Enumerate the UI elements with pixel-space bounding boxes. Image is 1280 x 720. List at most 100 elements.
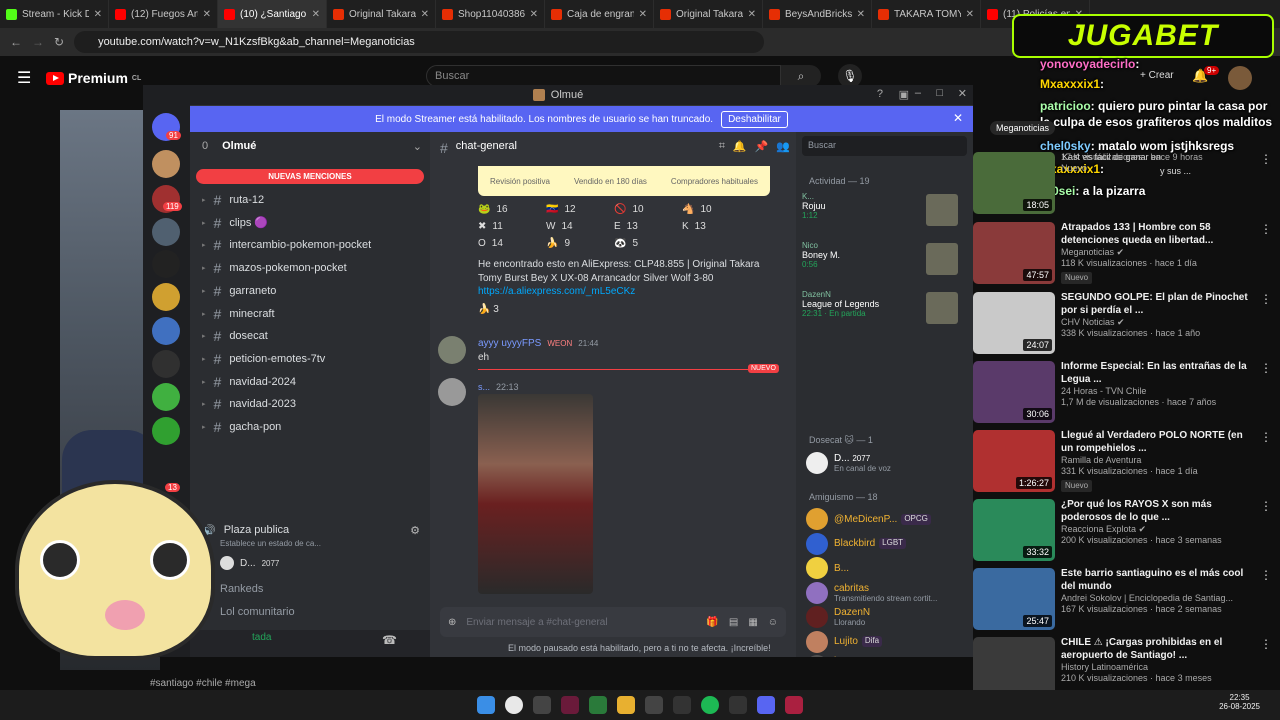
browser-tab[interactable]: Caja de engranaje ✕ [545, 0, 654, 28]
video-hashtags[interactable]: #santiago #chile #mega [150, 678, 350, 689]
spotify-icon[interactable] [701, 696, 719, 714]
member-row[interactable]: @MeDicenP... OPCG [806, 506, 966, 532]
threads-icon[interactable]: ⌗ [719, 140, 725, 156]
help-icon[interactable]: ? [877, 88, 883, 100]
activity-card[interactable]: Nico Boney M. 0:56 [802, 241, 962, 285]
close-icon[interactable]: ✕ [958, 87, 967, 100]
video-title[interactable]: Este barrio santiaguino es el más cool d… [1061, 568, 1254, 593]
avatar[interactable] [438, 336, 466, 364]
close-banner-icon[interactable]: ✕ [953, 111, 963, 125]
browser-tab[interactable]: Shop1104038626 ✕ [436, 0, 545, 28]
channel-item[interactable]: ▸ # clips 🟣 [190, 212, 430, 234]
more-options-icon[interactable]: ⋮ [1260, 499, 1272, 567]
video-thumbnail[interactable]: 1:26:27 [973, 430, 1055, 492]
more-options-icon[interactable]: ⋮ [1260, 292, 1272, 360]
video-thumbnail[interactable]: 18:05 [973, 152, 1055, 214]
server-icon-6[interactable] [152, 317, 180, 345]
reaction-chip[interactable]: 🇻🇪 12 [546, 204, 602, 215]
video-thumbnail[interactable]: 33:32 [973, 499, 1055, 561]
recommended-video[interactable]: 1:26:27 Llegué al Verdadero POLO NORTE (e… [973, 430, 1280, 498]
reaction-chip[interactable]: ✖ 11 [478, 221, 534, 232]
channel-item[interactable]: ▸ # dosecat [190, 325, 430, 347]
recommended-video[interactable]: 33:32 ¿Por qué los RAYOS X son más podero… [973, 499, 1280, 567]
channel-item[interactable]: ▸ # navidad-2023 [190, 393, 430, 415]
activity-card[interactable]: DazenN League of Legends 22:31 · En partid… [802, 290, 962, 334]
discord-search-input[interactable]: Buscar [802, 136, 967, 156]
back-icon[interactable]: ← [10, 35, 22, 49]
recommended-video[interactable]: 47:57 Atrapados 133 | Hombre con 58 deten… [973, 222, 1280, 290]
sticker-icon[interactable]: ▦ [748, 617, 757, 628]
channel-chip[interactable]: Meganoticias [990, 121, 1056, 135]
member-row[interactable]: Blackbird LGBT [806, 531, 966, 557]
video-channel[interactable]: Ramilla de Aventura [1061, 455, 1254, 466]
tab-close-icon[interactable]: ✕ [94, 9, 102, 20]
voice-settings-icon[interactable]: ⚙ [410, 524, 420, 537]
video-thumbnail[interactable]: 30:06 [973, 361, 1055, 423]
server-icon-7[interactable] [152, 350, 180, 378]
tab-close-icon[interactable]: ✕ [421, 9, 429, 20]
channel-lol[interactable]: Lol comunitario [190, 601, 430, 623]
video-channel[interactable]: Reacciona Explota ✔ [1061, 524, 1254, 535]
windows-start-icon[interactable] [477, 696, 495, 714]
voice-channel-plaza[interactable]: 🔊 Plaza publica ⚙ [190, 519, 430, 541]
emoji-icon[interactable]: ☺ [768, 617, 778, 628]
activity-card[interactable]: K... Rojuu 1:12 [802, 192, 962, 236]
app-icon[interactable] [561, 696, 579, 714]
server-icon-4[interactable] [152, 250, 180, 278]
chrome-icon[interactable] [505, 696, 523, 714]
url-field[interactable]: youtube.com/watch?v=w_N1KzsfBkg&ab_chann… [74, 31, 765, 53]
recommended-video[interactable]: 24:07 SEGUNDO GOLPE: El plan de Pinochet … [973, 292, 1280, 360]
youtube-search-input[interactable]: Buscar [426, 65, 781, 87]
voice-user[interactable]: D... 2077 [220, 556, 279, 570]
reaction-chip[interactable]: 🚫 10 [614, 204, 670, 215]
message-input[interactable]: ⊕ Enviar mensaje a #chat-general 🎁 ▤ ▦ ☺ [440, 607, 786, 637]
video-title[interactable]: Atrapados 133 | Hombre con 58 detencione… [1061, 222, 1254, 247]
tab-close-icon[interactable]: ✕ [203, 9, 211, 20]
tab-close-icon[interactable]: ✕ [748, 9, 756, 20]
browser-tab[interactable]: Original Takara To ✕ [654, 0, 763, 28]
server-icon-9[interactable] [152, 417, 180, 445]
channel-item[interactable]: ▸ # peticion-emotes-7tv [190, 348, 430, 370]
reaction-chip[interactable]: 🐼 5 [614, 238, 670, 249]
member-row[interactable]: Lujito Difa [806, 629, 966, 655]
browser-tab[interactable]: (10) ¿Santiago ab ✕ [218, 0, 327, 28]
app-icon[interactable] [645, 696, 663, 714]
video-channel[interactable]: CHV Noticias ✔ [1061, 317, 1254, 328]
channel-item[interactable]: ▸ # gacha-pon [190, 416, 430, 438]
gift-icon[interactable]: 🎁 [706, 617, 718, 628]
reaction-chip[interactable]: 🐸 16 [478, 204, 534, 215]
reaction-chip[interactable]: K 13 [682, 221, 738, 232]
pin-icon[interactable]: 📌 [755, 140, 769, 156]
recommended-video[interactable]: 18:05 17 K visualizaciones · hace 9 horas… [973, 152, 1280, 220]
app-icon[interactable] [533, 696, 551, 714]
video-thumbnail[interactable]: 47:57 [973, 222, 1055, 284]
video-thumbnail[interactable]: 25:47 [973, 568, 1055, 630]
server-icon-3[interactable] [152, 218, 180, 246]
message-author[interactable]: s... [478, 382, 490, 392]
video-title[interactable]: CHILE ⚠ ¡Cargas prohibidas en el aeropue… [1061, 637, 1254, 662]
clock[interactable]: 22:35 26-08-2025 [1219, 693, 1260, 711]
channel-item[interactable]: ▸ # navidad-2024 [190, 371, 430, 393]
channel-item[interactable]: ▸ # minecraft [190, 303, 430, 325]
video-channel[interactable]: Andrei Sokolov | Enciclopedia de Santiag… [1061, 593, 1254, 604]
member-row[interactable]: cabritas Transmitiendo stream cortit... [806, 580, 966, 606]
browser-tab[interactable]: (12) Fuegos Artifi ✕ [109, 0, 218, 28]
add-icon[interactable]: ⊕ [448, 617, 456, 628]
server-icon-8[interactable] [152, 383, 180, 411]
message-reaction[interactable]: 🍌 3 [478, 304, 499, 315]
disconnect-icon[interactable]: ☎ [382, 633, 397, 647]
inbox-icon[interactable]: ▣ [899, 88, 909, 101]
menu-icon[interactable]: ☰ [17, 68, 31, 88]
app-icon[interactable] [785, 696, 803, 714]
server-icon-1[interactable] [152, 150, 180, 178]
video-thumbnail[interactable]: 24:07 [973, 292, 1055, 354]
reaction-chip[interactable]: 🐴 10 [682, 204, 738, 215]
browser-tab[interactable]: Stream - Kick Das ✕ [0, 0, 109, 28]
app-icon[interactable] [673, 696, 691, 714]
video-title[interactable]: Llegué al Verdadero POLO NORTE (en un ro… [1061, 430, 1254, 455]
video-channel[interactable]: 24 Horas - TVN Chile [1061, 386, 1254, 397]
more-options-icon[interactable]: ⋮ [1260, 430, 1272, 498]
search-button[interactable]: ⌕ [781, 65, 821, 87]
channel-item[interactable]: ▸ # ruta-12 [190, 189, 430, 211]
message-author[interactable]: ayyy uyyyFPS [478, 338, 541, 349]
